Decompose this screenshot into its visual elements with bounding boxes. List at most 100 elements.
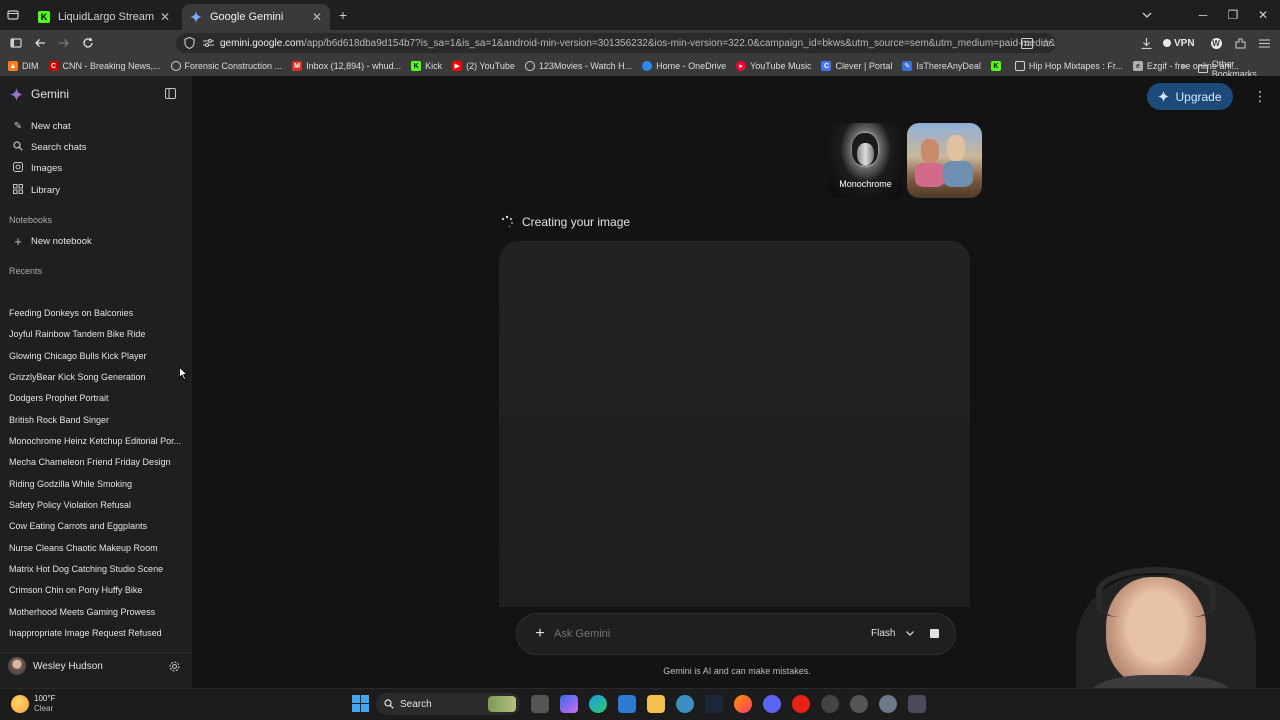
stop-generation-icon[interactable] xyxy=(930,629,939,638)
settings-gear-icon[interactable] xyxy=(168,660,181,673)
forward-icon[interactable] xyxy=(57,36,71,50)
tab-liquidlargo[interactable]: K LiquidLargo Stream - Watch ✕ xyxy=(30,4,178,30)
vpn-button[interactable]: VPN xyxy=(1163,37,1195,49)
style-thumbnail-monochrome[interactable]: Monochrome xyxy=(828,123,903,198)
back-icon[interactable] xyxy=(33,36,47,50)
close-icon[interactable]: ✕ xyxy=(312,10,322,24)
chevron-down-icon[interactable] xyxy=(1140,8,1154,22)
more-bookmarks-icon[interactable]: » xyxy=(1178,60,1190,72)
app-icon[interactable] xyxy=(908,695,926,713)
more-options-icon[interactable]: ⋮ xyxy=(1253,88,1267,104)
recent-chat-item[interactable]: Safety Policy Violation Refusal xyxy=(9,500,184,510)
file-explorer-icon[interactable] xyxy=(647,695,665,713)
recent-chat-item[interactable]: Nurse Cleans Chaotic Makeup Room xyxy=(9,543,184,553)
add-attachment-icon[interactable]: + xyxy=(533,625,547,642)
ask-gemini-input[interactable] xyxy=(554,624,834,644)
reader-mode-icon[interactable] xyxy=(1020,36,1034,50)
bookmark-inbox[interactable]: M Inbox (12,894) - whud... xyxy=(292,61,401,71)
bookmark-cnn[interactable]: C CNN - Breaking News,... xyxy=(48,61,161,71)
model-selector[interactable]: Flash xyxy=(871,628,915,639)
minimize-icon[interactable]: ─ xyxy=(1196,8,1210,22)
weather-widget[interactable]: 100°F Clear xyxy=(34,694,55,714)
new-notebook-button[interactable]: + New notebook xyxy=(0,231,192,251)
firefox-icon[interactable] xyxy=(734,695,752,713)
globe-icon xyxy=(170,61,181,71)
bookmark-onedrive[interactable]: Home - OneDrive xyxy=(642,61,726,71)
extensions-icon[interactable] xyxy=(1233,36,1247,50)
recent-chat-item[interactable]: Glowing Chicago Bulls Kick Player xyxy=(9,351,184,361)
search-highlight-icon xyxy=(488,696,516,712)
bookmark-kick-2[interactable]: K xyxy=(990,61,1005,71)
collapse-sidebar-icon[interactable] xyxy=(164,87,177,100)
gemini-brand[interactable]: Gemini xyxy=(10,87,69,101)
library-button[interactable]: Library xyxy=(0,180,192,200)
sidebar-toggle-icon[interactable] xyxy=(9,36,23,50)
bookmark-isthereanydeal[interactable]: ✎ IsThereAnyDeal xyxy=(902,61,981,71)
recent-chat-item[interactable]: Dodgers Prophet Portrait xyxy=(9,393,184,403)
bookmark-youtube[interactable]: ▶ (2) YouTube xyxy=(452,61,515,71)
globe-app-icon[interactable] xyxy=(676,695,694,713)
menu-icon[interactable] xyxy=(1257,36,1271,50)
tab-google-gemini[interactable]: Google Gemini ✕ xyxy=(182,4,330,30)
recent-chat-item[interactable]: Matrix Hot Dog Catching Studio Scene xyxy=(9,564,184,574)
recent-chat-item[interactable]: GrizzlyBear Kick Song Generation xyxy=(9,372,184,382)
app-icon[interactable] xyxy=(821,695,839,713)
headset-icon xyxy=(1096,567,1216,617)
discord-icon[interactable] xyxy=(763,695,781,713)
recent-chat-item[interactable]: Joyful Rainbow Tandem Bike Ride xyxy=(9,329,184,339)
windows-start-icon[interactable] xyxy=(352,695,369,717)
recent-chat-item[interactable]: Mecha Chameleon Friend Friday Design xyxy=(9,457,184,467)
settings-app-icon[interactable] xyxy=(879,695,897,713)
wallet-icon[interactable]: W xyxy=(1209,36,1223,50)
weather-desc: Clear xyxy=(34,704,54,713)
bookmark-123movies[interactable]: 123Movies - Watch H... xyxy=(524,61,632,71)
edge-browser-icon[interactable] xyxy=(589,695,607,713)
new-chat-button[interactable]: ✎ New chat xyxy=(0,116,192,136)
bookmark-kick[interactable]: K Kick xyxy=(411,61,442,71)
bookmark-hiphop[interactable]: Hip Hop Mixtapes : Fr... xyxy=(1014,61,1123,71)
tab-label: LiquidLargo Stream - Watch xyxy=(58,11,154,23)
address-bar[interactable]: gemini.google.com/app/b6d618dba9d154b7?i… xyxy=(176,33,1056,53)
tune-icon[interactable] xyxy=(201,36,215,50)
recent-chat-item[interactable]: Monochrome Heinz Ketchup Editorial Por..… xyxy=(9,436,184,446)
new-tab-icon[interactable]: + xyxy=(336,7,350,23)
window-close-icon[interactable]: ✕ xyxy=(1256,8,1270,22)
user-profile[interactable]: Wesley Hudson xyxy=(8,657,103,675)
search-chats-button[interactable]: Search chats xyxy=(0,137,192,157)
bookmarks-bar: ▲ DIM C CNN - Breaking News,... Forensic C… xyxy=(0,56,1280,76)
copilot-icon[interactable] xyxy=(560,695,578,713)
style-thumbnail-photo[interactable] xyxy=(907,123,982,198)
bookmark-youtube-music[interactable]: ▸ YouTube Music xyxy=(736,61,811,71)
nav-label: Library xyxy=(31,184,61,196)
reload-icon[interactable] xyxy=(81,36,95,50)
bookmark-forensic[interactable]: Forensic Construction ... xyxy=(170,61,282,71)
youtube-music-icon: ▸ xyxy=(736,61,747,71)
task-view-icon[interactable] xyxy=(531,695,549,713)
site-info-icon[interactable] xyxy=(182,36,196,50)
recent-chat-item[interactable]: Inappropriate Image Request Refused xyxy=(9,628,184,638)
vpn-label: VPN xyxy=(1174,37,1195,49)
recent-chat-item[interactable]: Riding Godzilla While Smoking xyxy=(9,479,184,489)
tab-actions-icon[interactable] xyxy=(6,8,20,22)
ezgif-icon: e xyxy=(1132,61,1143,71)
youtube-app-icon[interactable] xyxy=(792,695,810,713)
recent-chat-item[interactable]: Crimson Chin on Pony Huffy Bike xyxy=(9,585,184,595)
recent-chat-item[interactable]: British Rock Band Singer xyxy=(9,415,184,425)
taskbar-search[interactable]: Search xyxy=(376,693,520,715)
bookmark-dim[interactable]: ▲ DIM xyxy=(8,61,39,71)
download-icon[interactable] xyxy=(1139,36,1153,50)
recent-chat-item[interactable]: Motherhood Meets Gaming Prowess xyxy=(9,607,184,617)
bookmark-label: Inbox (12,894) - whud... xyxy=(306,61,402,71)
close-icon[interactable]: ✕ xyxy=(160,10,170,24)
app-icon[interactable] xyxy=(850,695,868,713)
store-icon[interactable] xyxy=(618,695,636,713)
recent-chat-item[interactable]: Cow Eating Carrots and Eggplants xyxy=(9,521,184,531)
images-button[interactable]: Images xyxy=(0,158,192,178)
bookmark-clever[interactable]: C Clever | Portal xyxy=(821,61,892,71)
bookmark-star-icon[interactable]: ☆ xyxy=(1039,36,1053,50)
steam-icon[interactable] xyxy=(705,695,723,713)
recent-chat-item[interactable]: Feeding Donkeys on Balconies xyxy=(9,308,184,318)
upgrade-button[interactable]: Upgrade xyxy=(1147,83,1233,110)
maximize-icon[interactable]: ❐ xyxy=(1226,8,1240,22)
bookmark-label: Clever | Portal xyxy=(835,61,893,71)
